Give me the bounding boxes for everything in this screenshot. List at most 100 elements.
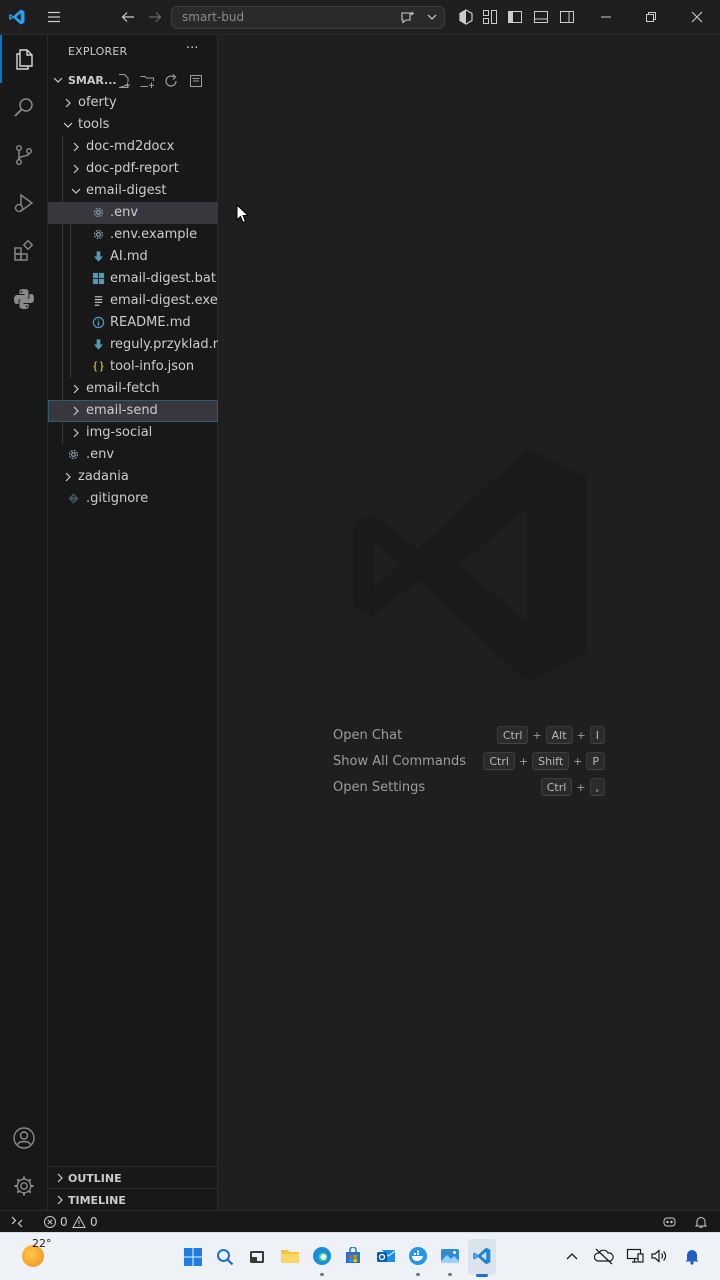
source-control-activity-button[interactable] <box>0 131 48 179</box>
menu-icon[interactable] <box>44 7 64 27</box>
edge-browser-icon[interactable] <box>312 1246 332 1266</box>
tree-folder-doc-pdf-report[interactable]: doc-pdf-report <box>48 158 218 180</box>
minimize-icon[interactable] <box>596 7 616 27</box>
chevron-right-icon[interactable] <box>70 404 82 418</box>
tree-file-env[interactable]: .env <box>48 444 218 466</box>
tree-folder-zadania[interactable]: zadania <box>48 466 218 488</box>
collapse-all-icon[interactable] <box>188 73 204 89</box>
toggle-secondary-sidebar-icon[interactable] <box>557 7 577 27</box>
workspace-folder-header[interactable]: SMAR... <box>48 70 218 92</box>
activity-bar <box>0 35 48 1210</box>
chevron-right-icon[interactable] <box>70 162 82 176</box>
toggle-panel-icon[interactable] <box>531 7 551 27</box>
shortcut-hint-row[interactable]: Open Chat Ctrl + Alt + I <box>333 726 605 746</box>
tree-folder-tools[interactable]: tools <box>48 114 218 136</box>
chevron-right-icon[interactable] <box>62 470 74 484</box>
active-indicator <box>0 35 2 83</box>
chevron-down-icon[interactable] <box>62 118 74 132</box>
more-actions-button[interactable]: ··· <box>186 41 198 56</box>
new-file-icon[interactable] <box>116 73 132 89</box>
store-icon[interactable] <box>344 1247 362 1265</box>
extensions-activity-button[interactable] <box>0 227 48 275</box>
chevron-right-icon[interactable] <box>62 96 74 110</box>
chevron-right-icon[interactable] <box>70 426 82 440</box>
chevron-right-icon[interactable] <box>70 140 82 154</box>
tree-folder-oferty[interactable]: oferty <box>48 92 218 114</box>
key-separator: + <box>518 754 529 768</box>
chevron-down-icon[interactable] <box>427 13 437 21</box>
tree-file-readme-md[interactable]: README.md <box>48 312 218 334</box>
toggle-primary-sidebar-icon[interactable] <box>505 7 525 27</box>
new-folder-icon[interactable] <box>139 73 155 89</box>
close-icon[interactable] <box>687 7 707 27</box>
tree-item-label: oferty <box>78 95 117 110</box>
outlook-icon[interactable] <box>376 1247 396 1265</box>
refresh-icon[interactable] <box>163 73 179 89</box>
copilot-status-icon[interactable] <box>662 1215 677 1229</box>
task-view-icon[interactable] <box>248 1248 266 1266</box>
restore-icon[interactable] <box>641 7 661 27</box>
tree-item-label: .gitignore <box>86 491 149 506</box>
remote-icon[interactable] <box>10 1215 24 1229</box>
tree-folder-doc-md2docx[interactable]: doc-md2docx <box>48 136 218 158</box>
photos-icon[interactable] <box>440 1247 460 1265</box>
run-debug-activity-button[interactable] <box>0 179 48 227</box>
key-cap: Ctrl <box>496 726 529 744</box>
notifications-bell-icon[interactable] <box>694 1215 708 1229</box>
tree-file-email-digest-bat[interactable]: email-digest.bat <box>48 268 218 290</box>
file-explorer-icon[interactable] <box>280 1247 300 1265</box>
forward-arrow-icon[interactable] <box>145 7 165 27</box>
tree-file-tool-info-json[interactable]: tool-info.json <box>48 356 218 378</box>
docker-icon[interactable] <box>408 1246 428 1266</box>
taskbar-search-icon[interactable] <box>216 1248 234 1266</box>
shortcut-label[interactable]: Open Chat <box>333 728 402 743</box>
shortcut-label[interactable]: Open Settings <box>333 780 425 795</box>
timeline-pane-header[interactable]: TIMELINE <box>48 1188 218 1210</box>
chevron-down-icon[interactable] <box>70 184 82 198</box>
tree-file-ai-md[interactable]: AI.md <box>48 246 218 268</box>
tree-folder-img-social[interactable]: img-social <box>48 422 218 444</box>
tree-folder-email-send[interactable]: email-send <box>48 400 218 422</box>
error-icon[interactable] <box>43 1215 57 1229</box>
markdown-download-icon <box>91 250 105 264</box>
windows-start-icon[interactable] <box>184 1248 202 1266</box>
tree-file-gitignore[interactable]: .gitignore <box>48 488 218 510</box>
customize-layout-icon[interactable] <box>480 7 500 27</box>
tree-folder-email-fetch[interactable]: email-fetch <box>48 378 218 400</box>
back-arrow-icon[interactable] <box>118 7 138 27</box>
accounts-activity-button[interactable] <box>0 1114 48 1162</box>
tree-file-env[interactable]: .env <box>48 202 218 224</box>
copilot-icon[interactable] <box>456 7 476 27</box>
error-count[interactable]: 0 <box>60 1215 68 1229</box>
vscode-taskbar-icon[interactable] <box>472 1246 492 1266</box>
temperature-label[interactable]: 22° <box>32 1237 52 1250</box>
keybinding: Ctrl +, <box>540 778 605 796</box>
chevron-right-icon[interactable] <box>70 382 82 396</box>
tree-file-email-digest-exe[interactable]: email-digest.exe <box>48 290 218 312</box>
python-activity-button[interactable] <box>0 275 48 323</box>
warning-icon[interactable] <box>72 1215 86 1229</box>
volume-icon[interactable] <box>650 1247 668 1265</box>
manage-activity-button[interactable] <box>0 1162 48 1210</box>
tree-file-reguly-przyklad-md[interactable]: reguly.przyklad.md <box>48 334 234 356</box>
explorer-activity-button[interactable] <box>0 35 48 83</box>
tree-file-env-example[interactable]: .env.example <box>48 224 218 246</box>
tree-folder-email-digest[interactable]: email-digest <box>48 180 218 202</box>
key-separator: + <box>576 780 586 794</box>
search-activity-button[interactable] <box>0 83 48 131</box>
onedrive-offline-icon[interactable] <box>594 1247 614 1265</box>
chevron-up-icon[interactable] <box>566 1251 578 1261</box>
shortcut-hint-row[interactable]: Show All Commands Ctrl + Shift + P <box>333 752 605 772</box>
chat-sparkle-icon[interactable] <box>400 10 416 25</box>
key-separator: + <box>532 728 542 742</box>
shortcut-hint-row[interactable]: Open Settings Ctrl +, <box>333 778 605 798</box>
network-icon[interactable] <box>626 1247 644 1265</box>
source-control-icon <box>15 145 32 166</box>
warning-count[interactable]: 0 <box>90 1215 98 1229</box>
outline-pane-header[interactable]: OUTLINE <box>48 1166 218 1188</box>
command-center-search[interactable]: smart-bud <box>171 6 445 29</box>
workspace-folder-name: SMAR... <box>68 74 117 87</box>
notification-bell-icon[interactable] <box>684 1248 700 1265</box>
indent-guide <box>62 202 63 224</box>
shortcut-label[interactable]: Show All Commands <box>333 754 466 769</box>
